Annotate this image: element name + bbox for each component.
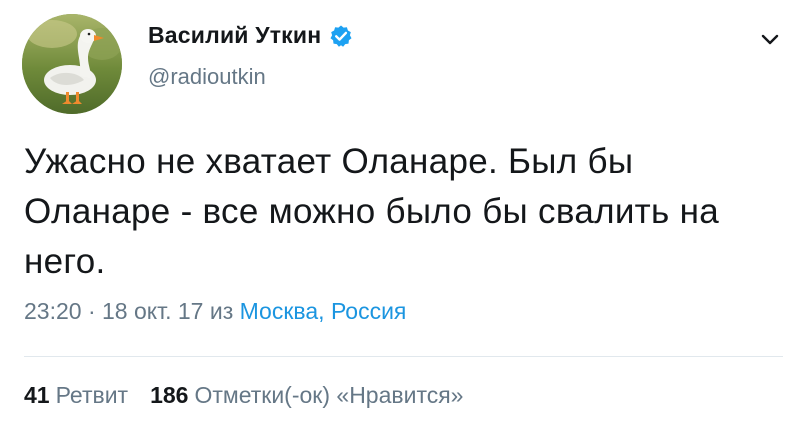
chevron-down-icon — [761, 34, 779, 45]
author-display-name[interactable]: Василий Уткин — [148, 22, 321, 49]
tweet-date[interactable]: 18 окт. 17 — [102, 298, 203, 324]
likes-count: 186 — [150, 382, 189, 408]
verified-badge-icon — [329, 24, 353, 48]
avatar[interactable] — [22, 14, 122, 114]
retweets-label: Ретвит — [55, 382, 129, 408]
tweet-text: Ужасно не хватает Оланаре. Был бы Оланар… — [24, 142, 719, 281]
from-word: из — [203, 298, 240, 324]
divider — [24, 356, 783, 357]
tweet-card: Василий Уткин @radioutkin Ужасно не хват… — [0, 0, 807, 439]
tweet-stats: 41 Ретвит 186 Отметки(-ок) «Нравится» — [24, 382, 463, 409]
tweet-menu-button[interactable] — [759, 28, 781, 50]
likes-stat[interactable]: 186 Отметки(-ок) «Нравится» — [150, 382, 463, 409]
retweets-count: 41 — [24, 382, 50, 408]
likes-label: Отметки(-ок) «Нравится» — [194, 382, 464, 408]
retweets-stat[interactable]: 41 Ретвит — [24, 382, 128, 409]
author-name-row[interactable]: Василий Уткин — [148, 22, 353, 49]
author-handle[interactable]: @radioutkin — [148, 64, 266, 90]
meta-separator: · — [81, 298, 103, 324]
tweet-time[interactable]: 23:20 — [24, 298, 82, 324]
avatar-goose-image — [22, 14, 122, 114]
tweet-meta: 23:20 · 18 окт. 17 из Москва, Россия — [24, 298, 406, 325]
tweet-location-link[interactable]: Москва, Россия — [240, 298, 407, 324]
